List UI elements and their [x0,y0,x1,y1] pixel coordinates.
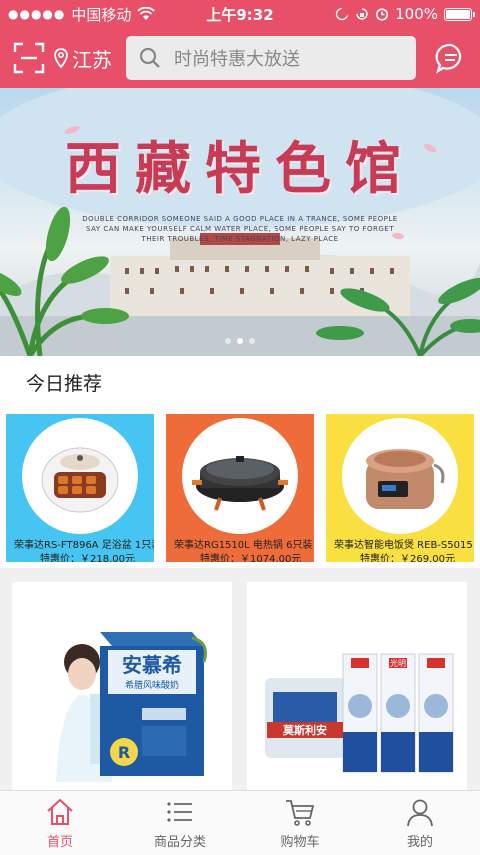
milk-brand: 莫斯利安 [282,723,327,737]
carrier-label: 中国移动 [71,5,132,24]
tab-cart-label: 购物车 [280,835,320,850]
rec-item-price: 特惠价：￥218.00元 [40,554,135,562]
foot-bath-image [22,418,138,534]
tab-profile[interactable]: 我的 [360,791,480,855]
rec-item-name: 荣事达智能电饭煲 REB-S5015 1台 [334,540,474,551]
bottom-tab-bar: 首页 商品分类 购物车 我的 [0,790,480,855]
recommendation-row: 荣事达RS-FT896A 足浴盆 1只装 特惠价：￥218.00元 荣事达RG1… [0,408,480,568]
section-title: 今日推荐 [0,356,480,408]
tab-categories-label: 商品分类 [153,835,206,850]
location-label: 江苏 [72,47,112,72]
list-icon [167,802,192,822]
location-selector[interactable]: 江苏 [52,44,112,73]
milk-product-image: 光明 莫斯利安 [265,653,454,773]
wifi-icon [137,7,156,20]
product-grid: 安慕希 希腊风味酸奶 R 光明 莫斯利安 [0,568,480,802]
battery-percent: 100% [395,5,438,23]
scan-icon[interactable] [12,41,46,75]
rec-item-price: 特惠价：￥269.00元 [360,554,455,562]
electric-pot-image [182,418,298,534]
search-icon [139,47,160,68]
yogurt-brand: 安慕希 [122,653,182,677]
rec-item-name: 荣事达RS-FT896A 足浴盆 1只装 [14,540,154,551]
rec-card-electric-pot[interactable]: 荣事达RG1510L 电热锅 6只装 特惠价：￥1074.00元 [166,414,314,562]
banner-subtitle: DOUBLE CORRIDOR SOMEONE SAID A GOOD PLAC… [82,215,398,243]
product-card-yogurt[interactable]: 安慕希 希腊风味酸奶 R [12,582,232,802]
status-bar: ●●●●● 中国移动 上午9:32 100% [0,0,480,28]
yogurt-product-image: 安慕希 希腊风味酸奶 R [56,632,207,782]
search-input[interactable]: 时尚特惠大放送 [126,36,416,80]
tab-home-label: 首页 [46,835,73,850]
search-placeholder: 时尚特惠大放送 [174,49,300,70]
lock-rotation-icon [356,8,368,20]
battery-icon [444,7,475,21]
milk-badge: 光明 [390,658,406,668]
yogurt-badge: R [118,743,130,762]
rec-card-rice-cooker[interactable]: 荣事达智能电饭煲 REB-S5015 1台 特惠价：￥269.00元 [326,414,474,562]
rice-cooker-image [342,418,458,534]
promo-banner[interactable]: 西藏特色馆 DOUBLE CORRIDOR SOMEONE SAID A GOO… [0,88,480,356]
tab-categories[interactable]: 商品分类 [120,791,240,855]
product-card-milk[interactable]: 光明 莫斯利安 [247,582,467,802]
signal-icon: ●●●●● [8,7,66,21]
moon-icon [335,7,350,21]
carousel-indicator [0,338,480,344]
app-header: 江苏 时尚特惠大放送 [0,28,480,88]
location-pin-icon [54,48,68,69]
alarm-icon [376,8,389,21]
tab-cart[interactable]: 购物车 [240,791,360,855]
user-icon [407,799,433,827]
yogurt-tagline: 希腊风味酸奶 [125,679,179,691]
cart-icon [286,800,315,826]
tab-profile-label: 我的 [406,835,433,850]
rec-item-name: 荣事达RG1510L 电热锅 6只装 [174,540,313,551]
rec-card-foot-bath[interactable]: 荣事达RS-FT896A 足浴盆 1只装 特惠价：￥218.00元 [6,414,154,562]
home-icon [47,798,73,825]
message-icon[interactable] [434,41,468,75]
tab-home[interactable]: 首页 [0,791,120,855]
rec-item-price: 特惠价：￥1074.00元 [200,554,302,562]
banner-title: 西藏特色馆 [65,136,415,202]
